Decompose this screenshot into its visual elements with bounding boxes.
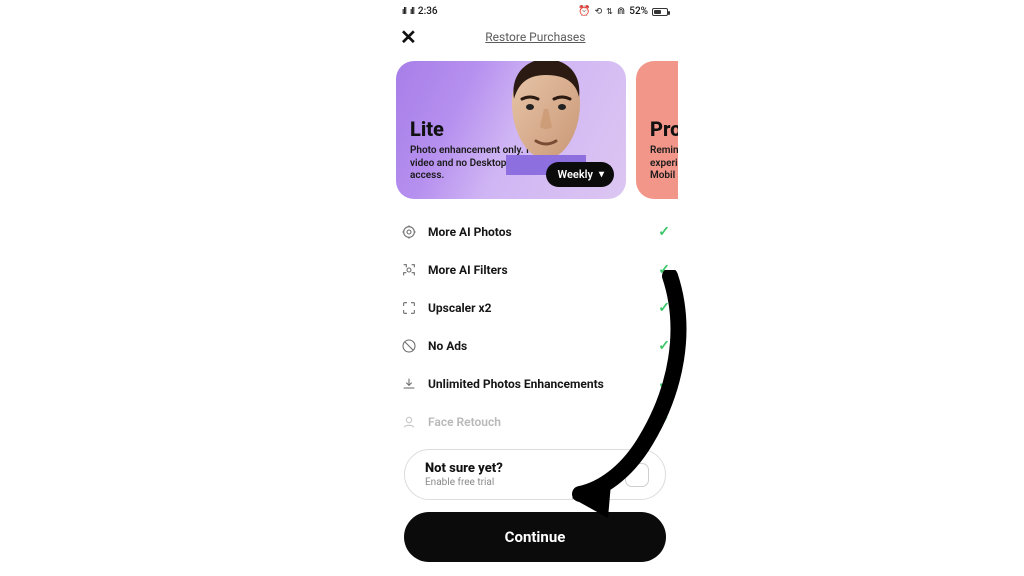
feature-list: More AI Photos ✓ More AI Filters ✓ Upsca… (392, 199, 678, 441)
feature-row: More AI Filters ✓ (400, 251, 670, 289)
plan-pro-desc-line: Mobil (650, 170, 675, 181)
check-icon: ✓ (658, 300, 670, 316)
network-speed-icon: ⇅ (606, 7, 613, 16)
plan-pro-title: Pro (650, 117, 678, 141)
check-icon: ✓ (658, 414, 670, 430)
phone-column: ıll ıll 2:36 ⏰ ⟲ ⇅ ⋒ 52% ✕ Restore Purch… (392, 0, 678, 576)
feature-label: Unlimited Photos Enhancements (428, 377, 648, 391)
feature-row: Upscaler x2 ✓ (400, 289, 670, 327)
battery-icon (652, 8, 668, 16)
no-ads-icon (400, 337, 418, 355)
feature-row: Face Retouch ✓ (400, 403, 670, 441)
check-icon: ✓ (658, 262, 670, 278)
free-trial-text: Not sure yet? Enable free trial (425, 461, 503, 488)
feature-row: Unlimited Photos Enhancements ✓ (400, 365, 670, 403)
plan-pro-desc-line: Remin (650, 145, 678, 156)
feature-label: No Ads (428, 339, 648, 353)
status-time: 2:36 (418, 6, 438, 17)
close-icon[interactable]: ✕ (400, 27, 417, 47)
check-icon: ✓ (658, 224, 670, 240)
plan-carousel[interactable]: Lite Photo enhancement only. No video an… (392, 61, 678, 199)
feature-label: Upscaler x2 (428, 301, 648, 315)
feature-row: No Ads ✓ (400, 327, 670, 365)
signal-icon-2: ıll (410, 7, 414, 17)
chevron-down-icon: ▾ (599, 169, 604, 180)
restore-purchases-link[interactable]: Restore Purchases (417, 30, 654, 44)
status-bar: ıll ıll 2:36 ⏰ ⟲ ⇅ ⋒ 52% (392, 0, 678, 21)
plan-lite-period-label: Weekly (558, 168, 593, 181)
header-row: ✕ Restore Purchases (392, 21, 678, 61)
feature-label: More AI Photos (428, 225, 648, 239)
check-icon: ✓ (658, 376, 670, 392)
continue-button[interactable]: Continue (404, 512, 666, 562)
feature-label: Face Retouch (428, 415, 648, 429)
check-icon: ✓ (658, 338, 670, 354)
plan-lite-period-selector[interactable]: Weekly ▾ (546, 162, 615, 187)
free-trial-subtitle: Enable free trial (425, 477, 503, 488)
status-right: ⏰ ⟲ ⇅ ⋒ 52% (578, 6, 668, 17)
sync-icon: ⟲ (595, 7, 603, 17)
plan-lite-face-image (486, 61, 606, 175)
free-trial-title: Not sure yet? (425, 461, 503, 476)
feature-row: More AI Photos ✓ (400, 213, 670, 251)
free-trial-toggle-row[interactable]: Not sure yet? Enable free trial (404, 449, 666, 500)
status-left: ıll ıll 2:36 (402, 6, 438, 17)
plan-card-pro[interactable]: Pro Remin experi Mobil (636, 61, 678, 199)
wifi-icon: ⋒ (617, 6, 625, 17)
unlimited-icon (400, 375, 418, 393)
plan-card-lite[interactable]: Lite Photo enhancement only. No video an… (396, 61, 626, 199)
alarm-icon: ⏰ (578, 6, 590, 17)
upscale-icon (400, 299, 418, 317)
plan-pro-desc: Remin experi Mobil (650, 145, 678, 183)
feature-label: More AI Filters (428, 263, 648, 277)
plan-pro-desc-line: experi (650, 158, 678, 169)
battery-percent: 52% (629, 6, 648, 17)
signal-icon: ıll (402, 7, 406, 17)
sparkle-photos-icon (400, 223, 418, 241)
free-trial-checkbox[interactable] (625, 463, 649, 487)
face-retouch-icon (400, 413, 418, 431)
filters-icon (400, 261, 418, 279)
